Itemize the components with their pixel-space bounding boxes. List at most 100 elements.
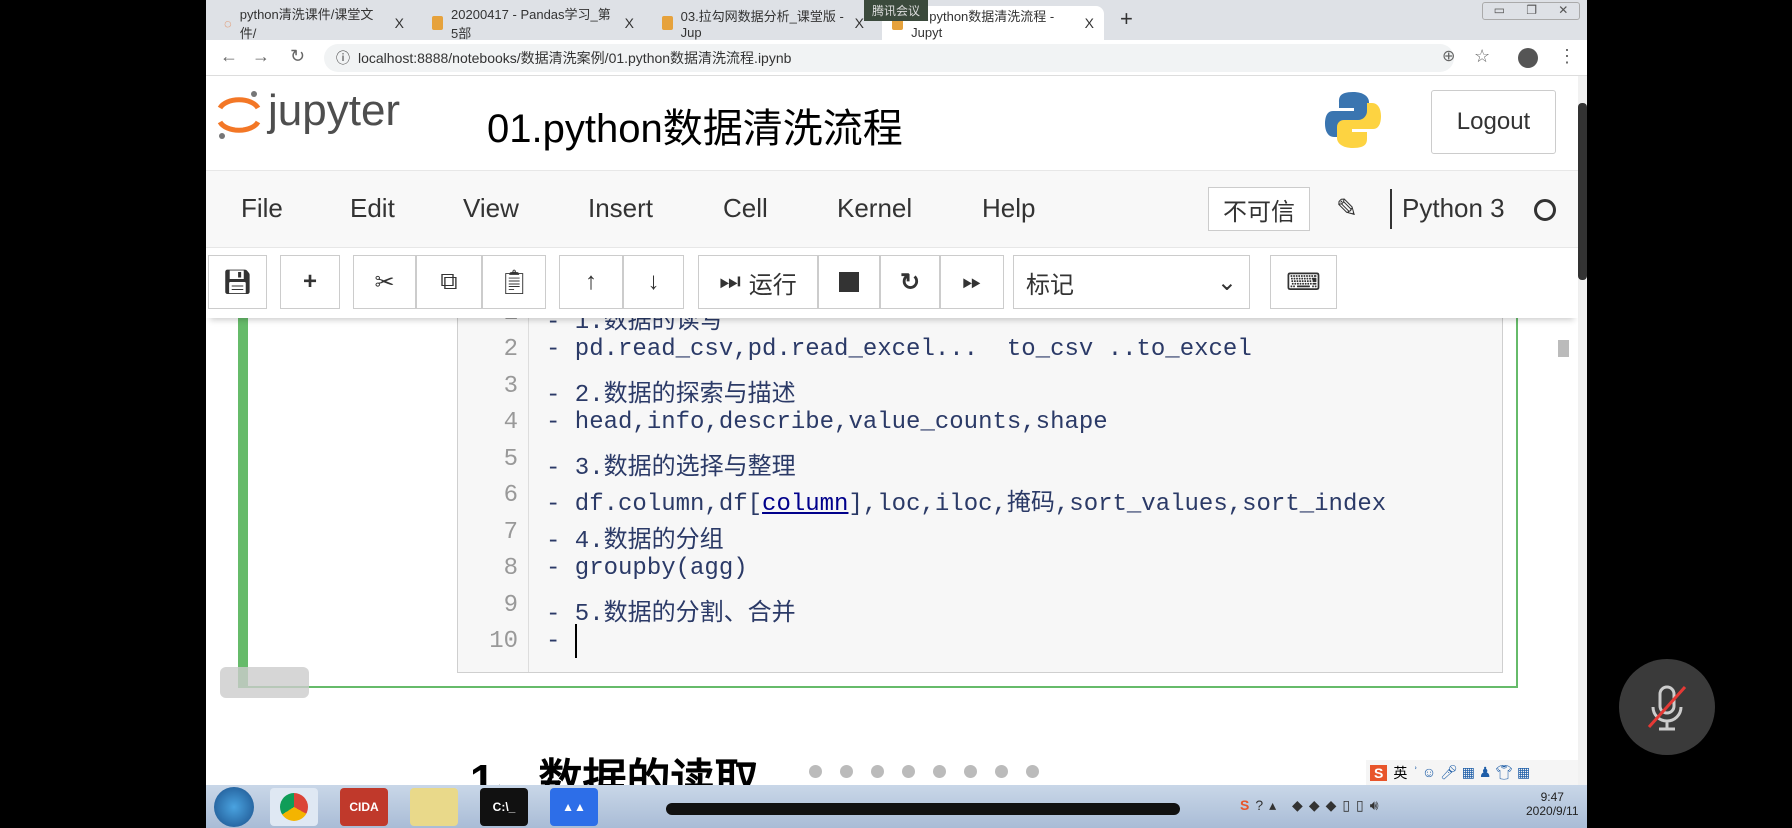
- menu-dots-icon[interactable]: ⋮: [1558, 46, 1576, 67]
- code-line: -: [546, 628, 575, 655]
- jupyter-tab-icon: ◌: [224, 15, 232, 31]
- url-input[interactable]: ⓘ localhost:8888/notebooks/数据清洗案例/01.pyth…: [324, 44, 1454, 72]
- tab-2[interactable]: 20200417 - Pandas学习_第5部 X: [422, 6, 644, 41]
- menu-cell[interactable]: Cell: [723, 193, 768, 224]
- notebook-title[interactable]: 01.python数据清洗流程: [487, 96, 903, 154]
- minimize-icon[interactable]: ▭: [1494, 3, 1505, 19]
- floating-toolbar[interactable]: [220, 667, 309, 698]
- copy-icon: ⧉: [440, 268, 458, 295]
- line-number: 10: [489, 628, 518, 655]
- restart-run-all-button[interactable]: ⏩︎: [940, 255, 1004, 309]
- page-scrollbar[interactable]: [1578, 76, 1587, 785]
- pagination-dot[interactable]: [995, 765, 1008, 778]
- close-icon[interactable]: X: [1085, 15, 1094, 31]
- stop-icon: [839, 272, 859, 292]
- run-button[interactable]: ⏭︎ 运行: [698, 255, 818, 309]
- close-window-icon[interactable]: ✕: [1558, 3, 1568, 19]
- cell-type-select[interactable]: 标记 ⌄: [1013, 255, 1250, 309]
- close-icon[interactable]: X: [855, 15, 864, 31]
- jupyter-logo-icon[interactable]: [216, 88, 262, 140]
- code-line: - head,info,describe,value_counts,shape: [546, 409, 1108, 436]
- pagination-dot[interactable]: [1026, 765, 1039, 778]
- pagination-dot[interactable]: [964, 765, 977, 778]
- browser-window: ◌ python清洗课件/课堂文件/X 20200417 - Pandas学习_第…: [206, 0, 1587, 785]
- chrome-taskbar-icon[interactable]: [270, 788, 318, 826]
- line-number: 5: [503, 446, 518, 473]
- chevron-down-icon: ⌄: [1216, 268, 1237, 296]
- bookmark-star-icon[interactable]: ☆: [1474, 46, 1490, 67]
- cell-editor[interactable]: 1 - 1.数据的读写 2 - pd.read_csv,pd.read_exce…: [457, 310, 1503, 673]
- file-explorer-taskbar-icon[interactable]: [410, 788, 458, 826]
- tab-1[interactable]: ◌ python清洗课件/课堂文件/X: [214, 6, 414, 41]
- menu-bar: File Edit View Insert Cell Kernel Help 不…: [206, 170, 1578, 248]
- line-number: 3: [503, 373, 518, 400]
- system-tray-icons[interactable]: S?▴ ◆◆◆▯▯🔊︎: [1240, 797, 1385, 814]
- notebook-header: jupyter 01.python数据清洗流程 Logout: [206, 76, 1578, 170]
- logout-button[interactable]: Logout: [1431, 90, 1556, 154]
- ime-toolbar[interactable]: S英ʾ ☺ 🎤︎ ▦ ♟ 👕︎ ▦: [1366, 760, 1578, 785]
- restart-icon: ↻: [899, 268, 921, 296]
- paste-button[interactable]: 📋︎: [482, 255, 546, 309]
- menu-edit[interactable]: Edit: [350, 193, 395, 224]
- kernel-name: Python 3: [1402, 193, 1505, 223]
- not-trusted-button[interactable]: 不可信: [1208, 187, 1310, 231]
- menu-insert[interactable]: Insert: [588, 193, 653, 224]
- cut-button[interactable]: ✂: [353, 255, 416, 309]
- new-tab-button[interactable]: +: [1120, 6, 1133, 32]
- cida-taskbar-icon[interactable]: CIDA: [340, 788, 388, 826]
- paste-icon: 📋︎: [498, 268, 530, 296]
- zoom-icon[interactable]: ⊕: [1442, 46, 1455, 66]
- pagination-dot[interactable]: [809, 765, 822, 778]
- step-forward-icon: ⏭︎: [719, 268, 741, 295]
- mute-mic-button[interactable]: [1619, 659, 1715, 755]
- code-line: - 2.数据的探索与描述: [546, 382, 796, 409]
- pagination-dot[interactable]: [871, 765, 884, 778]
- jupyter-wordmark: jupyter: [268, 86, 401, 135]
- menu-view[interactable]: View: [463, 193, 519, 224]
- restart-button[interactable]: ↻: [880, 255, 940, 309]
- close-icon[interactable]: X: [625, 15, 634, 31]
- start-button[interactable]: [214, 787, 254, 827]
- move-up-button[interactable]: ↑: [559, 255, 623, 309]
- menu-kernel[interactable]: Kernel: [837, 193, 912, 224]
- tencent-meeting-taskbar-icon[interactable]: ▲▲: [550, 788, 598, 826]
- interrupt-button[interactable]: [818, 255, 880, 309]
- editor-scrollbar-thumb[interactable]: [1558, 340, 1569, 357]
- menu-file[interactable]: File: [241, 193, 283, 224]
- line-number: 2: [503, 336, 518, 363]
- arrow-up-icon: ↑: [585, 268, 597, 295]
- close-icon[interactable]: X: [395, 15, 404, 31]
- back-icon[interactable]: ←: [220, 46, 238, 67]
- insert-cell-button[interactable]: +: [280, 255, 340, 309]
- command-palette-button[interactable]: ⌨: [1270, 255, 1337, 309]
- section-heading: 1、数据的读取: [470, 756, 759, 785]
- pagination-dot[interactable]: [933, 765, 946, 778]
- menu-help[interactable]: Help: [982, 193, 1035, 224]
- text-cursor: [575, 624, 577, 658]
- notebook-icon: [662, 16, 673, 30]
- tab-3[interactable]: 03.拉勾网数据分析_课堂版 - Jup X: [652, 6, 874, 40]
- line-number: 7: [503, 519, 518, 546]
- copy-button[interactable]: ⧉: [416, 255, 482, 309]
- ime-tools-icons: ʾ ☺ 🎤︎ ▦ ♟ 👕︎ ▦: [1413, 764, 1531, 780]
- save-button[interactable]: 💾︎: [208, 255, 267, 309]
- restore-icon[interactable]: ❐: [1526, 3, 1537, 19]
- link-column[interactable]: column: [762, 491, 848, 518]
- move-down-button[interactable]: ↓: [623, 255, 684, 309]
- code-line: - df.column,df[column],loc,iloc,掩码,sort_…: [546, 491, 1387, 518]
- page-scrollbar-thumb[interactable]: [1578, 103, 1587, 280]
- pagination-dot[interactable]: [840, 765, 853, 778]
- edit-pencil-icon[interactable]: ✎: [1336, 193, 1358, 224]
- profile-icon[interactable]: [1518, 48, 1538, 68]
- notebook-toolbar: 💾︎ + ✂ ⧉ 📋︎ ↑ ↓ ⏭︎ 运行 ↻ ⏩︎ 标记 ⌄ ⌨: [206, 248, 1578, 318]
- mic-off-icon: [1647, 685, 1687, 731]
- save-icon: 💾︎: [222, 268, 253, 296]
- divider: [1390, 189, 1392, 229]
- line-number: 6: [503, 482, 518, 509]
- clock[interactable]: 9:47 2020/9/11: [1526, 790, 1579, 818]
- forward-icon[interactable]: →: [252, 46, 270, 67]
- window-controls: ▭ ❐ ✕: [1482, 2, 1580, 20]
- pagination-dot[interactable]: [902, 765, 915, 778]
- terminal-taskbar-icon[interactable]: C:\_: [480, 788, 528, 826]
- reload-icon[interactable]: ↻: [290, 46, 305, 67]
